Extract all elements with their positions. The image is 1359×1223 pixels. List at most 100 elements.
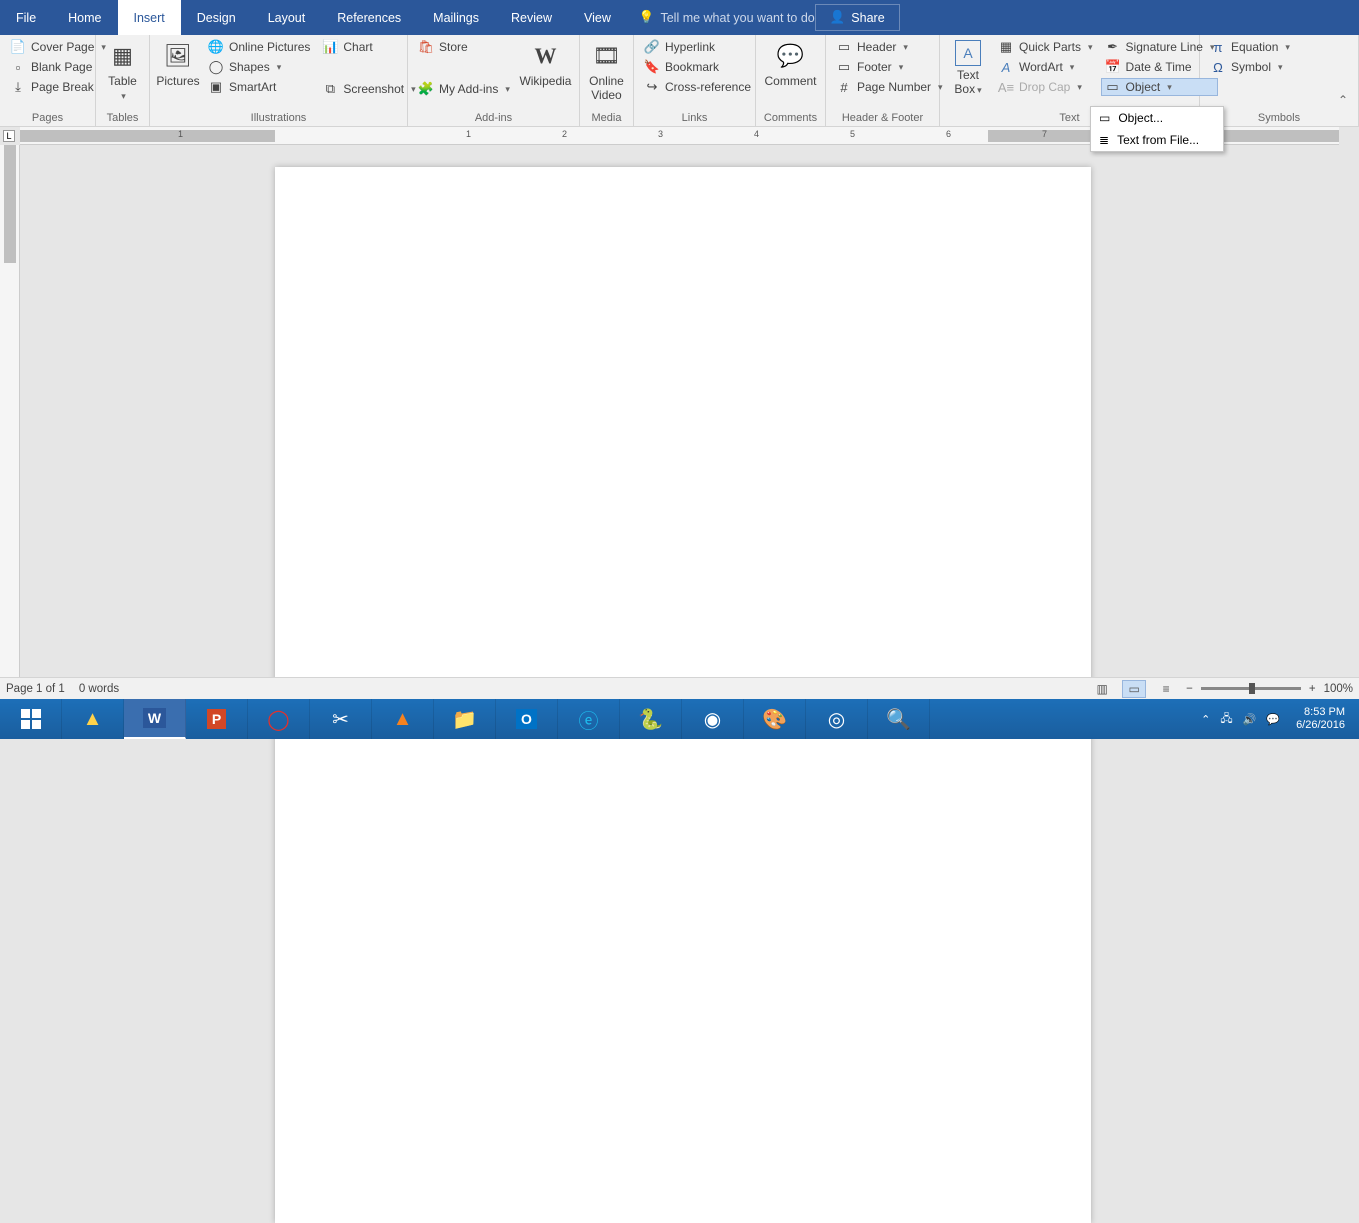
text-from-file-icon: ≣: [1099, 133, 1109, 147]
chevron-down-icon: ▾: [899, 62, 904, 73]
tab-view[interactable]: View: [568, 0, 627, 35]
tab-selector[interactable]: L: [3, 130, 15, 142]
object-menu-text-from-file[interactable]: ≣Text from File...: [1091, 129, 1223, 151]
table-button[interactable]: ▦ Table▾: [101, 38, 145, 105]
cover-page-icon: 📄: [10, 39, 26, 55]
quick-parts-button[interactable]: ▦Quick Parts▾: [994, 38, 1097, 56]
zoom-level[interactable]: 100%: [1324, 683, 1353, 695]
bookmark-button[interactable]: 🔖Bookmark: [640, 58, 755, 76]
zoom-slider[interactable]: [1201, 687, 1301, 690]
store-button[interactable]: 🛍Store: [414, 38, 514, 56]
tray-volume-icon[interactable]: 🔊: [1243, 713, 1257, 726]
text-box-button[interactable]: A Text Box▾: [946, 38, 990, 99]
screenshot-button[interactable]: ⧉Screenshot▾: [318, 80, 419, 98]
blank-page-button[interactable]: ▫Blank Page: [6, 58, 110, 76]
comment-button[interactable]: 💬 Comment: [762, 38, 819, 91]
date-time-label: Date & Time: [1126, 60, 1192, 74]
taskbar-app-outlook[interactable]: O: [496, 699, 558, 739]
zoom-in-button[interactable]: +: [1309, 683, 1316, 695]
wikipedia-button[interactable]: W Wikipedia: [518, 38, 573, 91]
pictures-button[interactable]: 🖼 Pictures: [156, 38, 200, 91]
tab-references[interactable]: References: [321, 0, 417, 35]
taskbar-app-chrome[interactable]: ◉: [682, 699, 744, 739]
ruler-num: 6: [946, 129, 951, 139]
taskbar-app-misc2[interactable]: 🔍: [868, 699, 930, 739]
view-read-mode[interactable]: ▥: [1090, 680, 1114, 698]
taskbar-app-vlc[interactable]: ▲: [372, 699, 434, 739]
tab-home[interactable]: Home: [52, 0, 117, 35]
page-number-button[interactable]: #Page Number▾: [832, 78, 947, 96]
shapes-button[interactable]: ◯Shapes▾: [204, 58, 314, 76]
tell-me-search[interactable]: 💡 Tell me what you want to do: [627, 0, 815, 35]
store-label: Store: [439, 40, 468, 54]
start-button[interactable]: [0, 699, 62, 739]
view-web-layout[interactable]: ≡: [1154, 680, 1178, 698]
taskbar-app-word[interactable]: W: [124, 699, 186, 739]
collapse-ribbon-button[interactable]: ⌃: [1334, 89, 1352, 111]
comment-label: Comment: [765, 75, 817, 89]
tab-review[interactable]: Review: [495, 0, 568, 35]
object-menu-object[interactable]: ▭Object...: [1091, 107, 1223, 129]
zoom-slider-thumb[interactable]: [1249, 683, 1255, 694]
online-video-button[interactable]: 🎞 Online Video: [585, 38, 629, 105]
page-break-label: Page Break: [31, 80, 94, 94]
my-addins-button[interactable]: 🧩My Add-ins▾: [414, 80, 514, 98]
pictures-label: Pictures: [156, 75, 199, 89]
tab-layout[interactable]: Layout: [252, 0, 322, 35]
share-button[interactable]: 👤 Share: [815, 4, 900, 31]
taskbar-app-opera[interactable]: ◯: [248, 699, 310, 739]
object-label: Object: [1126, 80, 1161, 94]
wordart-button[interactable]: AWordArt▾: [994, 58, 1097, 76]
object-icon: ▭: [1105, 79, 1121, 95]
header-button[interactable]: ▭Header▾: [832, 38, 947, 56]
tab-mailings[interactable]: Mailings: [417, 0, 495, 35]
hyperlink-button[interactable]: 🔗Hyperlink: [640, 38, 755, 56]
footer-button[interactable]: ▭ Footer ▾: [832, 58, 947, 76]
ruler-num: 7: [1042, 129, 1047, 139]
online-pictures-button[interactable]: 🌐Online Pictures: [204, 38, 314, 56]
footer-label: Footer: [857, 60, 892, 74]
smartart-button[interactable]: ▣SmartArt: [204, 78, 314, 96]
taskbar-clock[interactable]: 8:53 PM 6/26/2016: [1290, 706, 1351, 732]
taskbar-app-snipping[interactable]: ✂: [310, 699, 372, 739]
taskbar-app-misc1[interactable]: ◎: [806, 699, 868, 739]
symbol-button[interactable]: ΩSymbol▾: [1206, 58, 1294, 76]
page-break-button[interactable]: ⤓Page Break: [6, 78, 110, 96]
tray-action-center-icon[interactable]: 💬: [1266, 713, 1280, 726]
object-menu-object-label: Object...: [1118, 111, 1163, 125]
object-dropdown-menu: ▭Object... ≣Text from File...: [1090, 106, 1224, 152]
header-label: Header: [857, 40, 896, 54]
wordart-icon: A: [998, 59, 1014, 75]
view-print-layout[interactable]: ▭: [1122, 680, 1146, 698]
drop-cap-button[interactable]: A≡Drop Cap▾: [994, 78, 1097, 96]
taskbar-app-python[interactable]: 🐍: [620, 699, 682, 739]
pictures-icon: 🖼: [162, 40, 194, 72]
taskbar-app-paint[interactable]: 🎨: [744, 699, 806, 739]
taskbar-app-drive[interactable]: ▲: [62, 699, 124, 739]
vertical-ruler[interactable]: [0, 145, 20, 699]
chart-button[interactable]: 📊Chart: [318, 38, 419, 56]
tray-network-icon[interactable]: 🖧: [1220, 710, 1232, 729]
wikipedia-icon: W: [529, 40, 561, 72]
tab-design[interactable]: Design: [181, 0, 252, 35]
tab-file[interactable]: File: [0, 0, 52, 35]
blank-page-icon: ▫: [10, 59, 26, 75]
status-page[interactable]: Page 1 of 1: [6, 683, 65, 695]
tab-insert[interactable]: Insert: [118, 0, 181, 35]
footer-icon: ▭: [836, 59, 852, 75]
taskbar-app-ie[interactable]: ⓔ: [558, 699, 620, 739]
quick-parts-label: Quick Parts: [1019, 40, 1081, 54]
my-addins-icon: 🧩: [418, 81, 434, 97]
cross-reference-button[interactable]: ↪Cross-reference: [640, 78, 755, 96]
chevron-down-icon: ▾: [121, 91, 126, 101]
equation-button[interactable]: πEquation▾: [1206, 38, 1294, 56]
bookmark-label: Bookmark: [665, 60, 719, 74]
cover-page-button[interactable]: 📄Cover Page▾: [6, 38, 110, 56]
tray-overflow[interactable]: ⌃: [1201, 713, 1210, 726]
zoom-out-button[interactable]: −: [1186, 683, 1193, 695]
group-header-footer-label: Header & Footer: [826, 111, 939, 126]
chevron-down-icon: ▾: [1088, 42, 1093, 53]
taskbar-app-powerpoint[interactable]: P: [186, 699, 248, 739]
taskbar-app-explorer[interactable]: 📁: [434, 699, 496, 739]
status-words[interactable]: 0 words: [79, 683, 119, 695]
